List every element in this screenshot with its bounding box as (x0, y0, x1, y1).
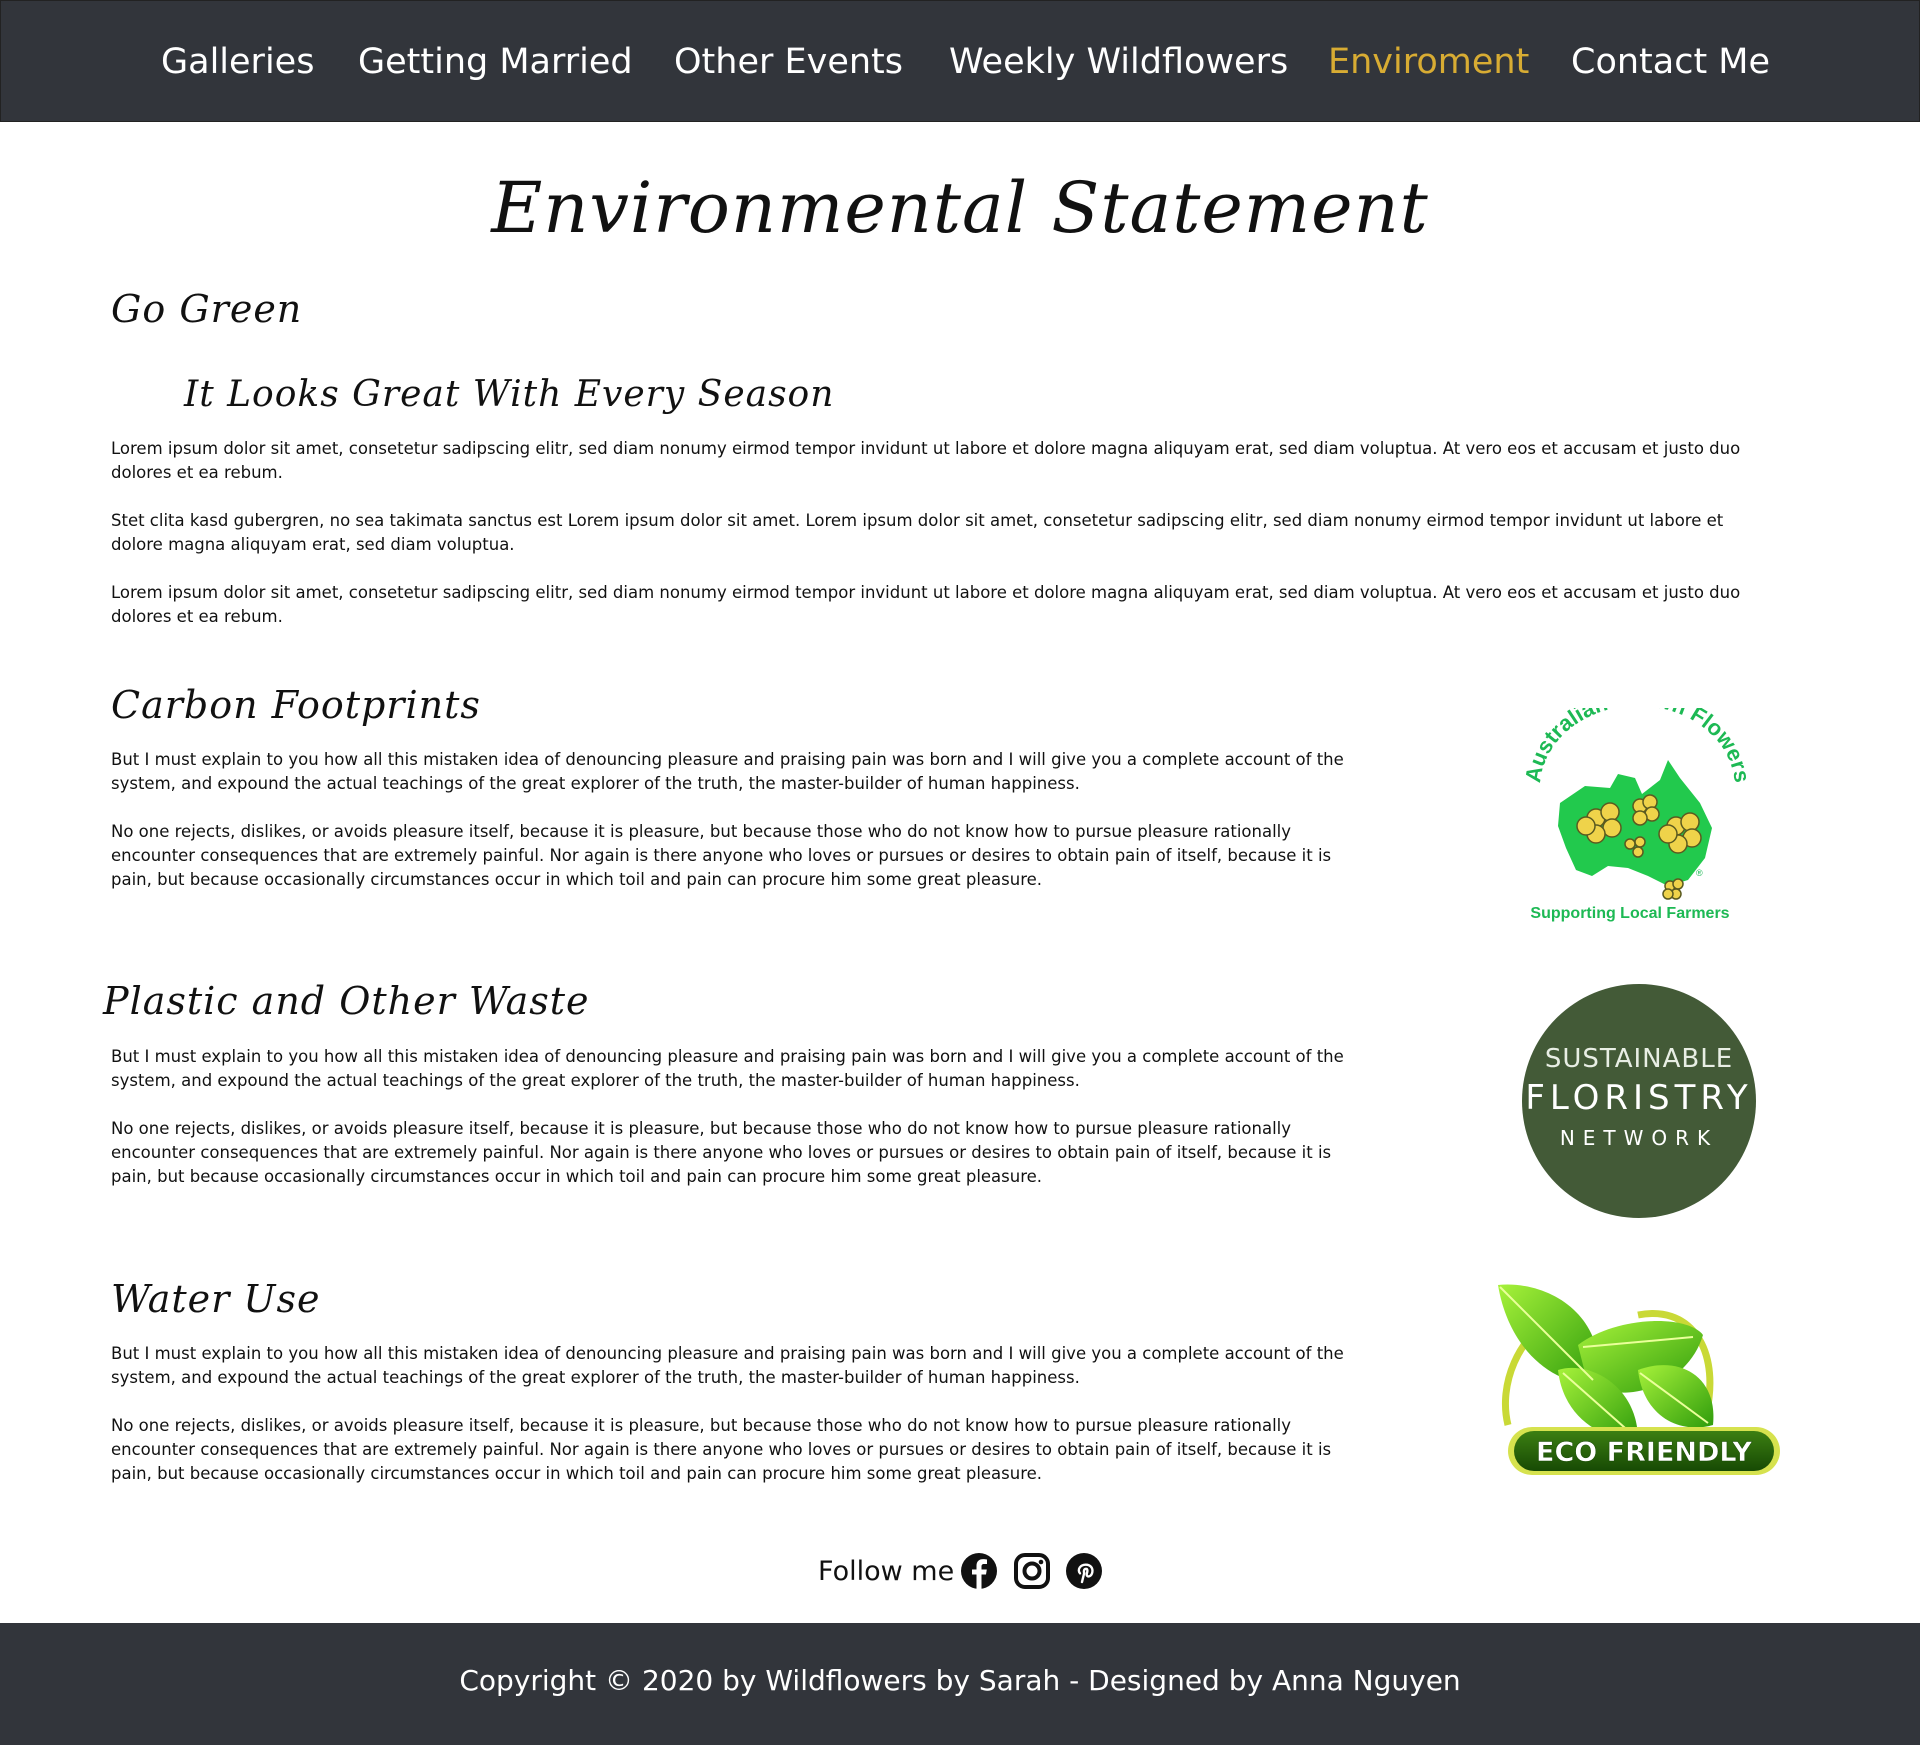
section-subheading: It Looks Great With Every Season (184, 374, 835, 415)
pinterest-icon[interactable] (1065, 1552, 1103, 1590)
page-title: Environmental Statement (491, 167, 1429, 249)
agf-tagline: Supporting Local Farmers (1530, 905, 1729, 922)
section-heading-plastic-waste: Plastic and Other Waste (103, 979, 590, 1023)
section-heading-carbon-footprints: Carbon Footprints (111, 683, 481, 727)
top-nav: Galleries Getting Married Other Events W… (0, 0, 1920, 122)
facebook-icon[interactable] (960, 1552, 998, 1590)
australian-grown-flowers-logo: Australian Grown Flowers ® Supporting Lo… (1500, 686, 1770, 928)
sfn-line1: SUSTAINABLE (1545, 1044, 1733, 1074)
copyright-text: Copyright © 2020 by Wildflowers by Sarah… (459, 1664, 1461, 1697)
water-paragraph-2: No one rejects, dislikes, or avoids plea… (111, 1416, 1332, 1483)
eco-friendly-badge: ECO FRIENDLY (1488, 1275, 1788, 1500)
nav-enviroment[interactable]: Enviroment (1328, 37, 1529, 87)
water-paragraph-1: But I must explain to you how all this m… (111, 1344, 1344, 1387)
agf-registered: ® (1696, 868, 1703, 878)
nav-contact-me[interactable]: Contact Me (1571, 37, 1770, 87)
nav-other-events[interactable]: Other Events (674, 37, 903, 87)
page: Galleries Getting Married Other Events W… (0, 0, 1920, 1745)
sfn-line2: FLORISTRY (1525, 1078, 1752, 1118)
sfn-line3: NETWORK (1560, 1126, 1718, 1150)
carbon-paragraph-2: No one rejects, dislikes, or avoids plea… (111, 822, 1332, 889)
plastic-paragraph-1: But I must explain to you how all this m… (111, 1047, 1344, 1090)
carbon-paragraph-1: But I must explain to you how all this m… (111, 750, 1344, 793)
section-heading-go-green: Go Green (111, 287, 303, 331)
go-green-paragraph-1: Lorem ipsum dolor sit amet, consetetur s… (111, 439, 1741, 482)
eco-friendly-label: ECO FRIENDLY (1536, 1437, 1752, 1468)
nav-weekly-wildflowers[interactable]: Weekly Wildflowers (949, 37, 1288, 87)
go-green-paragraph-2: Stet clita kasd gubergren, no sea takima… (111, 511, 1724, 554)
nav-galleries[interactable]: Galleries (161, 37, 314, 87)
follow-label: Follow me (818, 1556, 955, 1587)
footer: Copyright © 2020 by Wildflowers by Sarah… (0, 1623, 1920, 1745)
agf-arc-text: Australian Grown Flowers (1520, 686, 1755, 784)
svg-text:Australian Grown Flowers: Australian Grown Flowers (1520, 708, 1755, 784)
plastic-paragraph-2: No one rejects, dislikes, or avoids plea… (111, 1119, 1332, 1186)
nav-getting-married[interactable]: Getting Married (358, 37, 633, 87)
instagram-icon[interactable] (1013, 1552, 1051, 1590)
sustainable-floristry-logo: SUSTAINABLE FLORISTRY NETWORK (1521, 983, 1757, 1219)
go-green-paragraph-3: Lorem ipsum dolor sit amet, consetetur s… (111, 583, 1741, 626)
eco-friendly-badge-art: ECO FRIENDLY (1498, 1284, 1780, 1475)
section-heading-water-use: Water Use (111, 1277, 321, 1321)
australian-grown-flowers-logo-art: Australian Grown Flowers ® Supporting Lo… (1520, 686, 1755, 922)
sustainable-floristry-logo-art: SUSTAINABLE FLORISTRY NETWORK (1522, 984, 1756, 1218)
